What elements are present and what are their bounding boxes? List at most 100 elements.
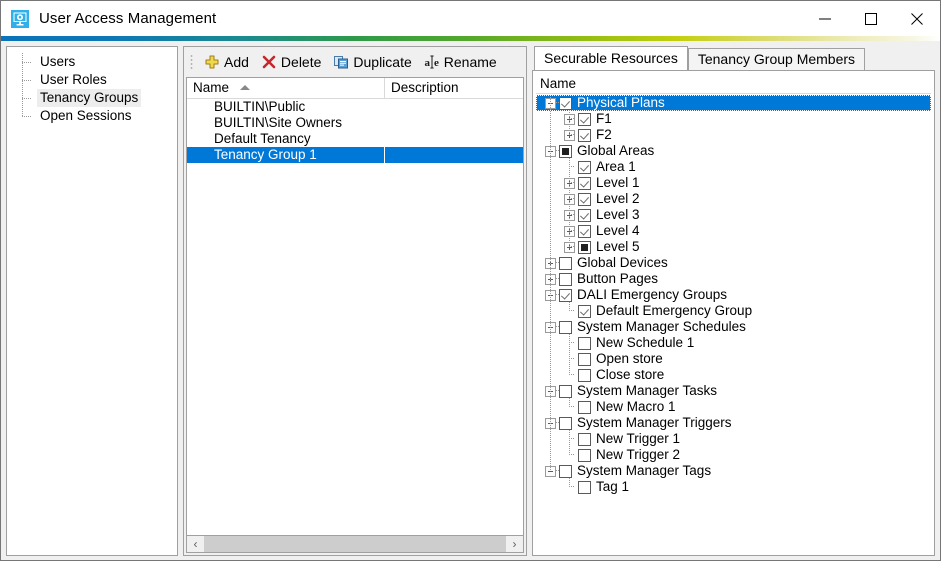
table-row[interactable]: BUILTIN\Site Owners (187, 115, 523, 131)
column-header-description[interactable]: Description (385, 78, 523, 98)
tree-node-checkbox[interactable] (559, 145, 572, 158)
tree-node-label: Global Devices (577, 255, 672, 271)
scrollbar-thumb[interactable] (204, 536, 506, 552)
collapse-icon[interactable] (545, 466, 556, 477)
tree-node-checkbox[interactable] (578, 337, 591, 350)
collapse-icon[interactable] (545, 386, 556, 397)
expand-icon[interactable] (545, 274, 556, 285)
tree-column-header-name[interactable]: Name (536, 74, 931, 94)
collapse-icon[interactable] (545, 418, 556, 429)
tree-node[interactable]: System Manager Tags (536, 463, 931, 479)
tree-node[interactable]: New Trigger 2 (536, 447, 931, 463)
tree-node-checkbox[interactable] (578, 177, 591, 190)
tree-node[interactable]: Open store (536, 351, 931, 367)
rename-button[interactable]: a e Rename (418, 51, 503, 73)
tree-node[interactable]: Level 3 (536, 207, 931, 223)
sidebar-item-tenancy-groups[interactable]: Tenancy Groups (13, 89, 177, 107)
tree-node[interactable]: New Trigger 1 (536, 431, 931, 447)
tree-node[interactable]: Physical Plans (536, 95, 931, 111)
tree-node-checkbox[interactable] (578, 481, 591, 494)
tree-node-checkbox[interactable] (559, 97, 572, 110)
expand-icon[interactable] (564, 130, 575, 141)
tree-node[interactable]: Level 5 (536, 239, 931, 255)
tree-node-checkbox[interactable] (559, 257, 572, 270)
tree-node[interactable]: System Manager Triggers (536, 415, 931, 431)
sidebar-item-users[interactable]: Users (13, 53, 177, 71)
table-row[interactable]: Tenancy Group 1 (187, 147, 523, 163)
tree-node-checkbox[interactable] (578, 161, 591, 174)
collapse-icon[interactable] (545, 322, 556, 333)
delete-button[interactable]: Delete (255, 51, 327, 73)
expand-icon[interactable] (564, 242, 575, 253)
tree-node[interactable]: F1 (536, 111, 931, 127)
maximize-button[interactable] (848, 1, 894, 36)
tree-node[interactable]: F2 (536, 127, 931, 143)
rename-button-label: Rename (444, 54, 497, 70)
scroll-right-button[interactable]: › (506, 536, 523, 552)
close-button[interactable] (894, 1, 940, 36)
collapse-icon[interactable] (545, 290, 556, 301)
tree-node[interactable]: Level 2 (536, 191, 931, 207)
tree-node-checkbox[interactable] (559, 273, 572, 286)
tree-node[interactable]: Global Devices (536, 255, 931, 271)
tree-node-checkbox[interactable] (559, 465, 572, 478)
tree-node[interactable]: Global Areas (536, 143, 931, 159)
tree-node-checkbox[interactable] (559, 321, 572, 334)
minimize-button[interactable] (802, 1, 848, 36)
tree-node[interactable]: Default Emergency Group (536, 303, 931, 319)
add-button[interactable]: Add (198, 51, 255, 73)
tree-node-checkbox[interactable] (578, 225, 591, 238)
duplicate-button[interactable]: Duplicate (327, 51, 417, 73)
tree-node-checkbox[interactable] (578, 353, 591, 366)
expand-icon[interactable] (564, 178, 575, 189)
scroll-left-button[interactable]: ‹ (187, 536, 204, 552)
tab-tenancy-group-members[interactable]: Tenancy Group Members (688, 48, 865, 70)
tree-node-checkbox[interactable] (578, 401, 591, 414)
expand-icon[interactable] (564, 114, 575, 125)
tree-node[interactable]: Close store (536, 367, 931, 383)
tree-node[interactable]: DALI Emergency Groups (536, 287, 931, 303)
tree-node[interactable]: Area 1 (536, 159, 931, 175)
tree-node-checkbox[interactable] (578, 449, 591, 462)
expand-icon[interactable] (564, 210, 575, 221)
tree-node-checkbox[interactable] (559, 289, 572, 302)
horizontal-scrollbar[interactable]: ‹ › (186, 535, 524, 553)
tree-node-checkbox[interactable] (578, 113, 591, 126)
sidebar-item-user-roles[interactable]: User Roles (13, 71, 177, 89)
tree-node[interactable]: Level 1 (536, 175, 931, 191)
tree-node-label: Close store (596, 367, 668, 383)
tree-node[interactable]: Tag 1 (536, 479, 931, 495)
tree-node[interactable]: System Manager Schedules (536, 319, 931, 335)
row-name-cell: BUILTIN\Site Owners (187, 115, 385, 131)
tree-node[interactable]: Button Pages (536, 271, 931, 287)
table-row[interactable]: Default Tenancy (187, 131, 523, 147)
tree-node-label: Level 1 (596, 175, 644, 191)
collapse-icon[interactable] (545, 98, 556, 109)
expand-icon[interactable] (545, 258, 556, 269)
expand-icon[interactable] (564, 194, 575, 205)
sidebar-item-open-sessions[interactable]: Open Sessions (13, 107, 177, 125)
tree-node-checkbox[interactable] (578, 129, 591, 142)
toolbar-grip[interactable] (190, 54, 193, 70)
column-header-name[interactable]: Name (187, 78, 385, 98)
tree-node-checkbox[interactable] (578, 241, 591, 254)
tree-node[interactable]: New Schedule 1 (536, 335, 931, 351)
tree-node-checkbox[interactable] (578, 305, 591, 318)
tree-node-checkbox[interactable] (578, 193, 591, 206)
tree-node-checkbox[interactable] (578, 369, 591, 382)
collapse-icon[interactable] (545, 146, 556, 157)
expand-icon[interactable] (564, 226, 575, 237)
tree-spacer (564, 354, 575, 365)
scrollbar-track[interactable] (204, 536, 506, 552)
tree-node[interactable]: System Manager Tasks (536, 383, 931, 399)
tree-node-checkbox[interactable] (578, 209, 591, 222)
tree-node-checkbox[interactable] (559, 417, 572, 430)
tree-node-checkbox[interactable] (559, 385, 572, 398)
tree-spacer (564, 434, 575, 445)
user-access-management-window: User Access Management User (0, 0, 941, 561)
table-row[interactable]: BUILTIN\Public (187, 99, 523, 115)
tree-node[interactable]: Level 4 (536, 223, 931, 239)
tree-node[interactable]: New Macro 1 (536, 399, 931, 415)
tree-node-checkbox[interactable] (578, 433, 591, 446)
tab-securable-resources[interactable]: Securable Resources (534, 46, 688, 70)
